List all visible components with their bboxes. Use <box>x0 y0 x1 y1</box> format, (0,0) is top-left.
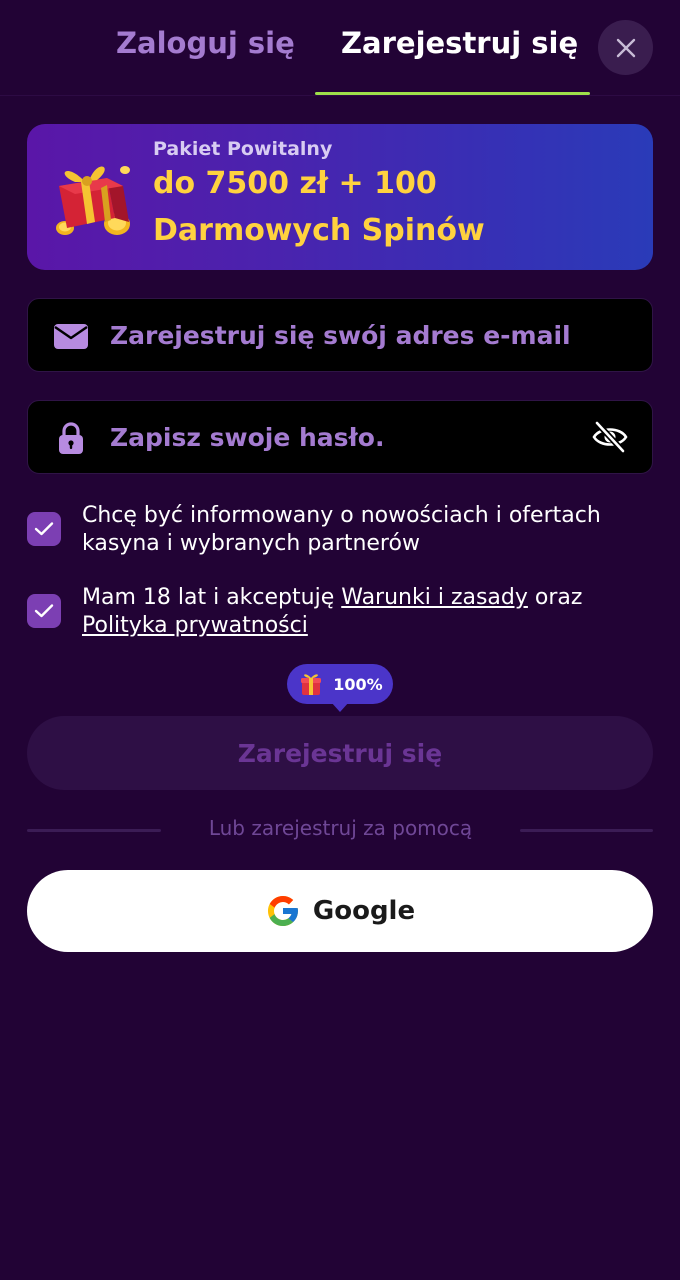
close-icon <box>616 38 635 57</box>
register-button-label: Zarejestruj się <box>237 738 443 768</box>
register-button[interactable]: Zarejestruj się <box>27 716 653 790</box>
promo-spins: Darmowych Spinów <box>153 213 485 248</box>
close-button[interactable] <box>598 20 653 75</box>
tab-register[interactable]: Zarejestruj się <box>341 26 578 60</box>
registration-page: Zaloguj się Zarejestruj się Pakiet Powit… <box>0 0 680 1280</box>
newsletter-checkbox[interactable] <box>27 512 61 546</box>
eye-off-icon[interactable] <box>590 417 630 457</box>
lock-icon <box>59 422 83 454</box>
bonus-badge-text: 100% <box>333 674 383 694</box>
bonus-badge: 100% <box>287 664 393 704</box>
privacy-link[interactable]: Polityka prywatności <box>82 613 308 638</box>
envelope-icon <box>54 324 88 349</box>
checkmark-icon <box>34 522 54 536</box>
google-signup-button[interactable]: Google <box>27 870 653 952</box>
age-terms-prefix: Mam 18 lat i akceptuję <box>82 585 342 610</box>
gift-icon <box>301 674 322 695</box>
promo-subtitle: Pakiet Powitalny <box>153 138 333 160</box>
welcome-package-banner: Pakiet Powitalny do 7500 zł + 100 Darmow… <box>27 124 653 270</box>
checkmark-icon <box>34 604 54 618</box>
age-terms-checkbox[interactable] <box>27 594 61 628</box>
newsletter-consent-text: Chcę być informowany o nowościach i ofer… <box>82 503 601 556</box>
google-icon <box>267 896 298 926</box>
active-tab-indicator <box>315 92 590 95</box>
age-terms-middle: oraz <box>527 585 583 610</box>
divider-line-left <box>27 829 161 832</box>
password-field-container <box>27 400 653 474</box>
promo-amount: do 7500 zł + 100 <box>153 166 437 201</box>
auth-tabs: Zaloguj się Zarejestruj się <box>0 0 680 96</box>
gift-box-icon <box>56 166 130 235</box>
password-field[interactable] <box>110 401 590 473</box>
terms-link[interactable]: Warunki i zasady <box>341 585 528 610</box>
age-terms-text: Mam 18 lat i akceptuję Warunki i zasady … <box>82 584 662 640</box>
google-button-label: Google <box>312 896 416 926</box>
email-field[interactable] <box>110 299 590 371</box>
tab-login[interactable]: Zaloguj się <box>116 26 295 60</box>
divider-text: Lub zarejestruj za pomocą <box>208 816 473 840</box>
email-field-container <box>27 298 653 372</box>
bonus-badge-pointer <box>331 702 349 712</box>
divider-line-right <box>520 829 653 832</box>
